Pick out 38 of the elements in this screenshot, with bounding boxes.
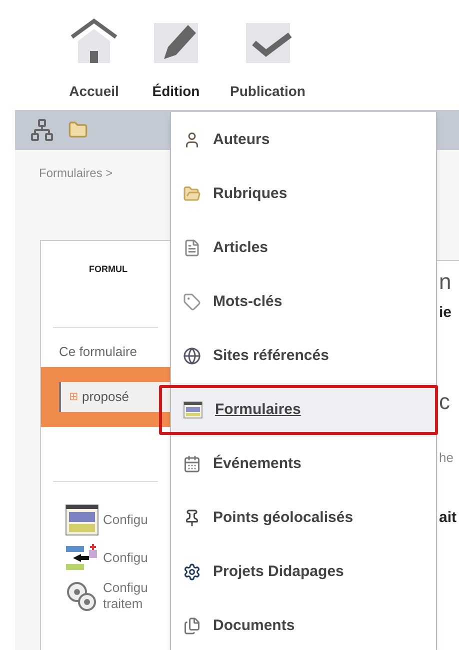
nav-tab[interactable]: Accueil [62, 15, 126, 102]
menu-item[interactable]: Articles [171, 221, 436, 275]
text-fragment: c [439, 388, 451, 416]
config-link[interactable]: Configu [103, 510, 148, 530]
nav-tab[interactable]: Édition [144, 15, 208, 102]
nav-tab[interactable]: Publication [226, 15, 310, 102]
config-link[interactable]: Configu traitem [103, 580, 148, 612]
fields-icon [65, 544, 99, 572]
document-icon [183, 239, 201, 257]
gear-icon [183, 563, 201, 581]
text-fragment: ie [439, 303, 453, 323]
globe-icon [183, 347, 201, 365]
folder-add-icon[interactable] [68, 120, 88, 140]
folder-icon [183, 185, 201, 203]
calendar-icon [183, 455, 201, 473]
menu-item[interactable]: Mots-clés [171, 275, 436, 329]
text-fragment: he [439, 448, 454, 466]
form-layout-icon [65, 504, 99, 536]
status-value: proposé [82, 388, 129, 406]
card-intro: Ce formulaire [59, 342, 138, 360]
menu-item[interactable]: Points géolocalisés [171, 491, 436, 545]
menu-item[interactable]: Événements [171, 437, 436, 491]
pin-icon [183, 509, 201, 527]
menu-item[interactable]: Documents [171, 599, 436, 650]
documents-icon [183, 617, 201, 635]
menu-item[interactable]: Sites référencés [171, 329, 436, 383]
sitemap-icon[interactable] [30, 118, 54, 142]
person-icon [183, 131, 201, 149]
menu-item[interactable]: Rubriques [171, 167, 436, 221]
status-field[interactable]: ⊞ proposé [59, 382, 170, 412]
text-fragment: ait [439, 508, 458, 528]
form-icon [183, 401, 203, 419]
tag-icon [183, 293, 201, 311]
config-link[interactable]: Configu [103, 548, 148, 568]
menu-item[interactable]: Auteurs [171, 113, 436, 167]
card-heading: FORMUL [89, 263, 128, 276]
menu-item[interactable]: Projets Didapages [171, 545, 436, 599]
text-fragment: n [439, 268, 452, 296]
